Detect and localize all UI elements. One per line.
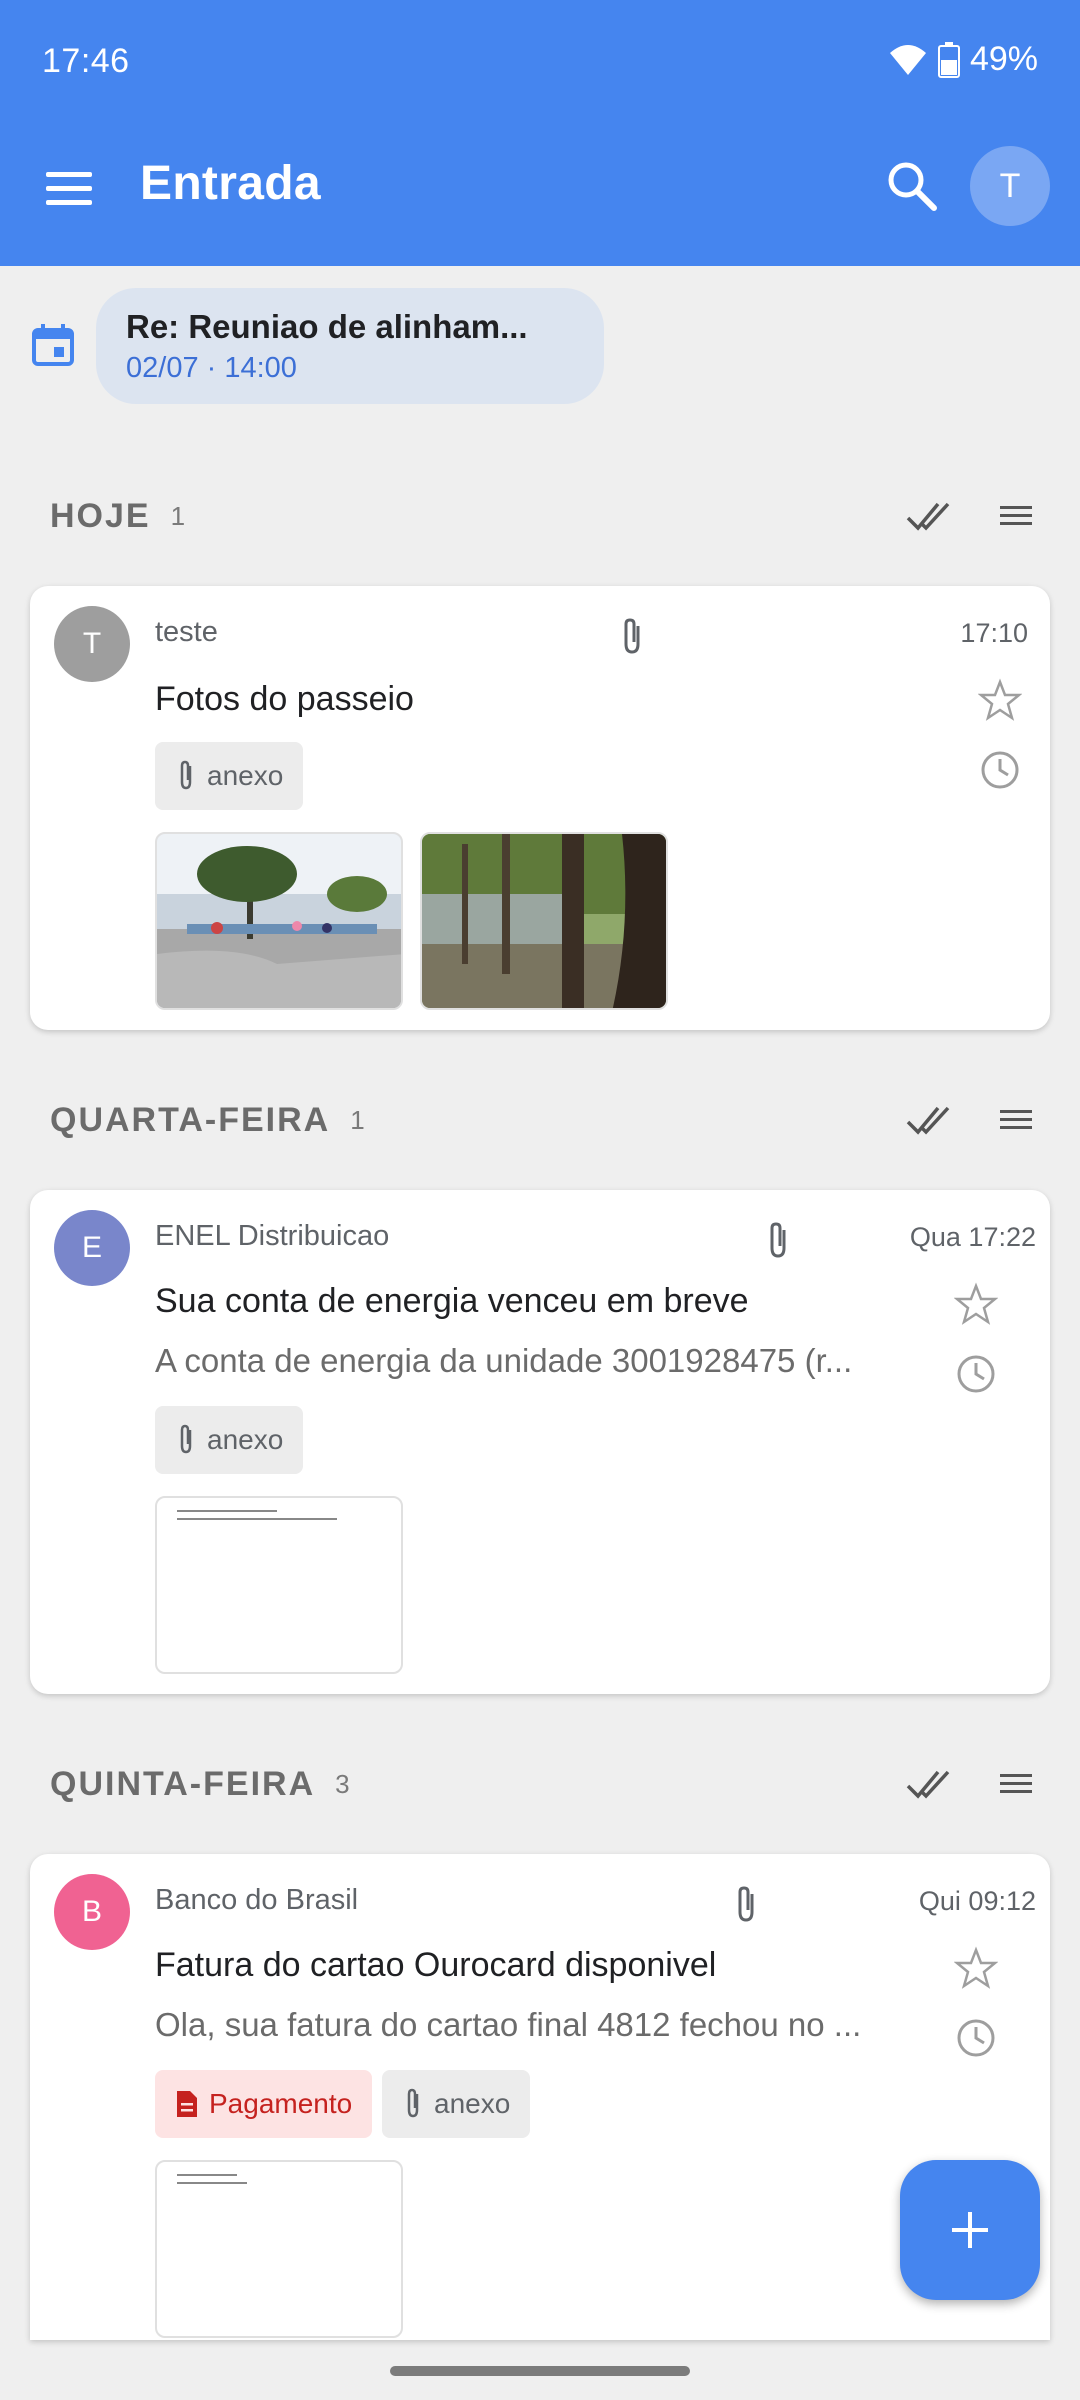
photo-park-image bbox=[422, 834, 666, 1008]
payment-tag[interactable]: Pagamento bbox=[155, 2070, 373, 2138]
search-icon[interactable] bbox=[882, 156, 942, 216]
paperclip-icon bbox=[407, 2088, 419, 2118]
document-thumbnail[interactable] bbox=[155, 1496, 403, 1674]
email-time: Qui 09:12 bbox=[918, 1886, 1036, 1916]
tag-label: Pagamento bbox=[209, 2088, 353, 2119]
snooze-clock-icon[interactable] bbox=[954, 1352, 998, 1396]
mark-all-read-icon[interactable] bbox=[904, 1096, 952, 1144]
status-icons: 49% bbox=[888, 40, 1038, 79]
section-count: 3 bbox=[335, 1768, 350, 1799]
attachment-icon bbox=[770, 1222, 786, 1258]
tag-label: anexo bbox=[434, 2088, 511, 2119]
event-title: Re: Reuniao de alinham... bbox=[126, 308, 528, 345]
upcoming-event-chip[interactable]: Re: Reuniao de alinham... 02/07 · 14:00 bbox=[96, 288, 604, 404]
section-count: 1 bbox=[170, 500, 186, 531]
compose-button[interactable] bbox=[900, 2160, 1040, 2300]
email-time: 17:10 bbox=[960, 618, 1028, 648]
app-header: 17:46 49% Entrada T bbox=[0, 0, 1080, 266]
section-header-quarta-feira: QUARTA-FEIRA 1 bbox=[50, 1090, 1040, 1150]
attachment-icon bbox=[624, 618, 640, 654]
home-indicator[interactable] bbox=[390, 2366, 690, 2376]
email-subject: Fatura do cartao Ourocard disponivel bbox=[155, 1946, 717, 1984]
sort-lines-icon[interactable] bbox=[992, 1096, 1040, 1144]
sender-avatar: T bbox=[54, 606, 130, 682]
document-icon bbox=[177, 2091, 197, 2117]
photo-thumbnail[interactable] bbox=[155, 832, 403, 1010]
email-card[interactable]: E ENEL Distribuicao Qua 17:22 Sua conta … bbox=[30, 1190, 1050, 1694]
plus-icon bbox=[952, 2212, 988, 2248]
star-icon[interactable] bbox=[954, 1282, 998, 1326]
photo-pool-image bbox=[157, 834, 401, 1008]
star-icon[interactable] bbox=[954, 1946, 998, 1990]
battery-icon bbox=[937, 41, 960, 78]
email-card[interactable]: B Banco do Brasil Qui 09:12 Fatura do ca… bbox=[30, 1854, 1050, 2340]
email-preview: A conta de energia da unidade 3001928475… bbox=[155, 1342, 853, 1379]
star-icon[interactable] bbox=[978, 678, 1022, 722]
attachment-icon bbox=[738, 1886, 754, 1922]
photo-thumbnail[interactable] bbox=[420, 832, 668, 1010]
section-count: 1 bbox=[350, 1104, 365, 1135]
email-preview: Ola, sua fatura do cartao final 4812 fec… bbox=[155, 2006, 862, 2043]
section-title: QUINTA-FEIRA bbox=[50, 1764, 316, 1803]
doc-text-line bbox=[177, 2174, 237, 2176]
snooze-clock-icon[interactable] bbox=[954, 2016, 998, 2060]
email-card[interactable]: T teste 17:10 Fotos do passeio anexo bbox=[30, 586, 1050, 1030]
email-subject: Sua conta de energia venceu em breve bbox=[155, 1282, 749, 1320]
sort-lines-icon[interactable] bbox=[992, 492, 1040, 540]
email-subject: Fotos do passeio bbox=[155, 680, 414, 718]
wifi-icon bbox=[889, 44, 926, 75]
section-header-quinta-feira: QUINTA-FEIRA 3 bbox=[50, 1754, 1040, 1814]
doc-text-line bbox=[177, 1518, 337, 1520]
section-title: HOJE bbox=[50, 496, 151, 535]
paperclip-icon bbox=[180, 1424, 192, 1454]
sender-name: Banco do Brasil bbox=[155, 1884, 359, 1916]
attachment-tag[interactable]: anexo bbox=[155, 1406, 304, 1474]
paperclip-icon bbox=[180, 760, 192, 790]
doc-text-line bbox=[177, 1510, 277, 1512]
section-header-hoje: HOJE 1 bbox=[50, 486, 1040, 546]
account-avatar[interactable]: T bbox=[970, 146, 1050, 226]
section-title: QUARTA-FEIRA bbox=[50, 1100, 331, 1139]
sender-avatar: B bbox=[54, 1874, 130, 1950]
email-time: Qua 17:22 bbox=[909, 1222, 1036, 1252]
battery-percent: 49% bbox=[969, 40, 1038, 78]
doc-text-line bbox=[177, 2182, 247, 2184]
status-time: 17:46 bbox=[42, 42, 130, 80]
sender-name: ENEL Distribuicao bbox=[155, 1220, 390, 1252]
event-datetime: 02/07 · 14:00 bbox=[126, 352, 297, 384]
tag-label: anexo bbox=[207, 760, 284, 791]
document-thumbnail[interactable] bbox=[155, 2160, 403, 2338]
page-title: Entrada bbox=[140, 157, 321, 210]
mark-all-read-icon[interactable] bbox=[904, 492, 952, 540]
snooze-clock-icon[interactable] bbox=[978, 748, 1022, 792]
menu-icon[interactable] bbox=[42, 160, 98, 216]
calendar-icon bbox=[32, 324, 74, 366]
attachment-tag[interactable]: anexo bbox=[155, 742, 304, 810]
sender-avatar: E bbox=[54, 1210, 130, 1286]
tag-label: anexo bbox=[207, 1424, 284, 1455]
sender-name: teste bbox=[155, 616, 218, 648]
sort-lines-icon[interactable] bbox=[992, 1760, 1040, 1808]
attachment-tag[interactable]: anexo bbox=[382, 2070, 531, 2138]
mark-all-read-icon[interactable] bbox=[904, 1760, 952, 1808]
